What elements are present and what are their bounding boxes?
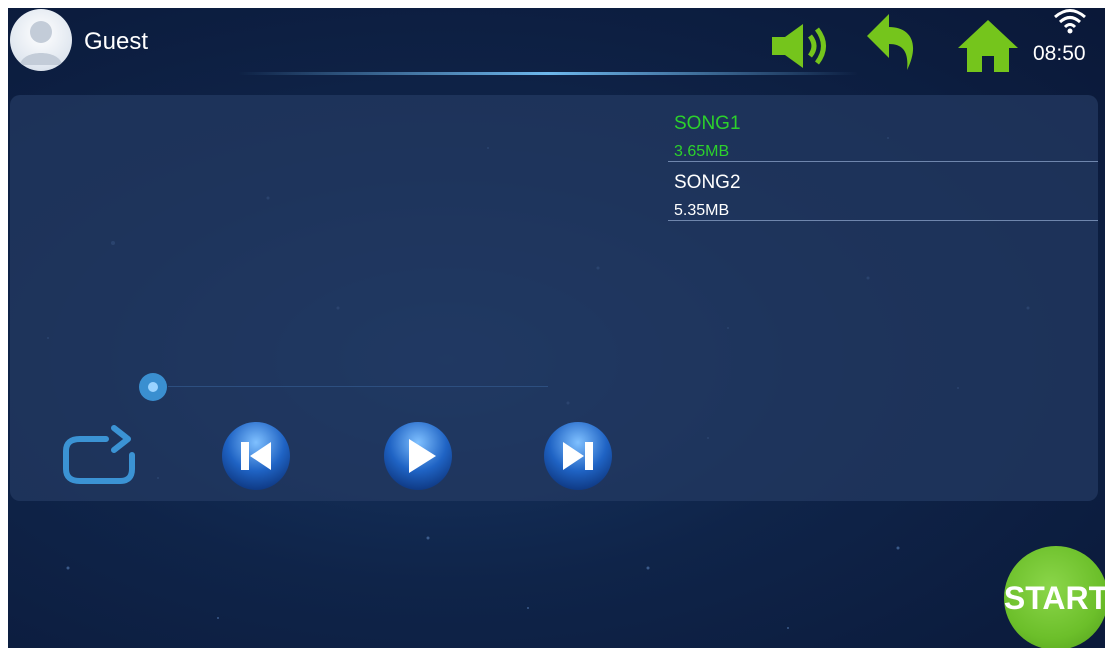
user-name: Guest xyxy=(84,28,149,55)
start-button[interactable]: START xyxy=(1004,546,1105,648)
top-bar: Guest 08:50 xyxy=(8,8,1105,78)
clock-time: 08:50 xyxy=(1033,42,1086,65)
play-icon[interactable] xyxy=(383,421,453,496)
skip-next-icon[interactable] xyxy=(543,421,613,496)
header-divider xyxy=(238,72,858,75)
person-icon xyxy=(20,21,62,65)
seek-handle[interactable] xyxy=(138,372,168,402)
song-list: SONG1 3.65MB SONG2 5.35MB xyxy=(668,103,1098,221)
song-name: SONG2 xyxy=(674,172,741,193)
song-name: SONG1 xyxy=(674,113,741,134)
song-size: 3.65MB xyxy=(674,143,730,160)
back-arrow-icon[interactable] xyxy=(865,12,921,79)
wifi-icon xyxy=(1053,8,1087,39)
list-item[interactable]: SONG2 5.35MB xyxy=(668,162,1098,221)
app-screen: Guest 08:50 SONG1 3.65MB SONG2 5.35MB ST… xyxy=(8,8,1105,648)
repeat-icon[interactable] xyxy=(60,425,140,492)
seek-bar[interactable] xyxy=(168,386,548,387)
start-label: START xyxy=(1003,579,1105,616)
list-item[interactable]: SONG1 3.65MB xyxy=(668,103,1098,162)
home-icon[interactable] xyxy=(956,18,1020,79)
song-size: 5.35MB xyxy=(674,202,730,219)
user-avatar-icon[interactable] xyxy=(10,9,72,71)
speaker-icon[interactable] xyxy=(770,22,834,75)
skip-previous-icon[interactable] xyxy=(221,421,291,496)
